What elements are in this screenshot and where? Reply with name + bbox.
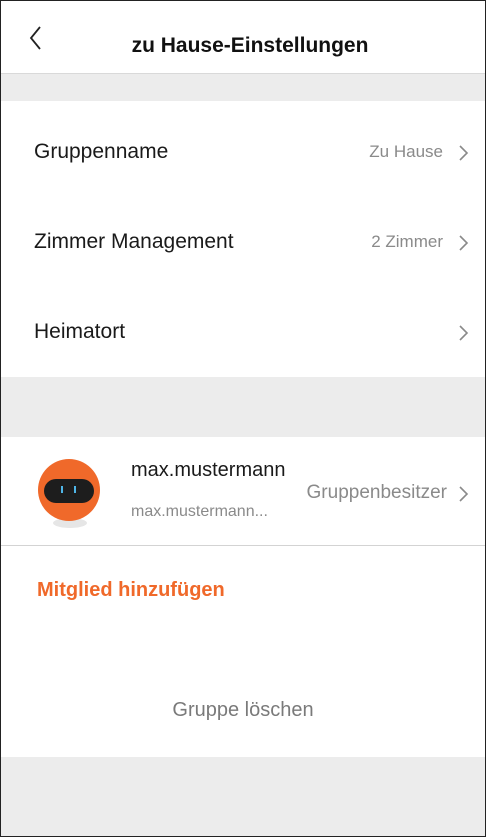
- app-header: zu Hause-Einstellungen: [1, 1, 485, 74]
- member-name: max.mustermann: [131, 459, 286, 481]
- section-divider: [1, 74, 485, 101]
- chevron-right-icon: [459, 486, 469, 502]
- delete-group-button[interactable]: Gruppe löschen: [1, 699, 485, 722]
- group-name-value: Zu Hause: [369, 142, 443, 161]
- member-role: Gruppenbesitzer: [306, 482, 447, 503]
- screen: zu Hause-Einstellungen Gruppenname Zu Ha…: [0, 0, 486, 837]
- chevron-right-icon: [459, 235, 469, 251]
- home-location-label: Heimatort: [34, 320, 126, 343]
- home-location-row[interactable]: Heimatort: [1, 287, 485, 377]
- bottom-area: [1, 757, 485, 836]
- group-name-label: Gruppenname: [34, 140, 169, 163]
- room-count-value: 2 Zimmer: [371, 232, 443, 251]
- page-title: zu Hause-Einstellungen: [131, 34, 369, 57]
- chevron-right-icon: [459, 325, 469, 341]
- robot-avatar-icon: [38, 459, 100, 528]
- group-name-row[interactable]: Gruppenname Zu Hause: [1, 107, 485, 197]
- room-management-label: Zimmer Management: [34, 230, 234, 253]
- room-management-row[interactable]: Zimmer Management 2 Zimmer: [1, 197, 485, 287]
- member-row[interactable]: max.mustermann max.mustermann... Gruppen…: [1, 437, 485, 546]
- member-email: max.mustermann...: [131, 503, 268, 520]
- add-member-button[interactable]: Mitglied hinzufügen: [37, 579, 225, 602]
- section-divider: [1, 377, 485, 437]
- chevron-right-icon: [459, 145, 469, 161]
